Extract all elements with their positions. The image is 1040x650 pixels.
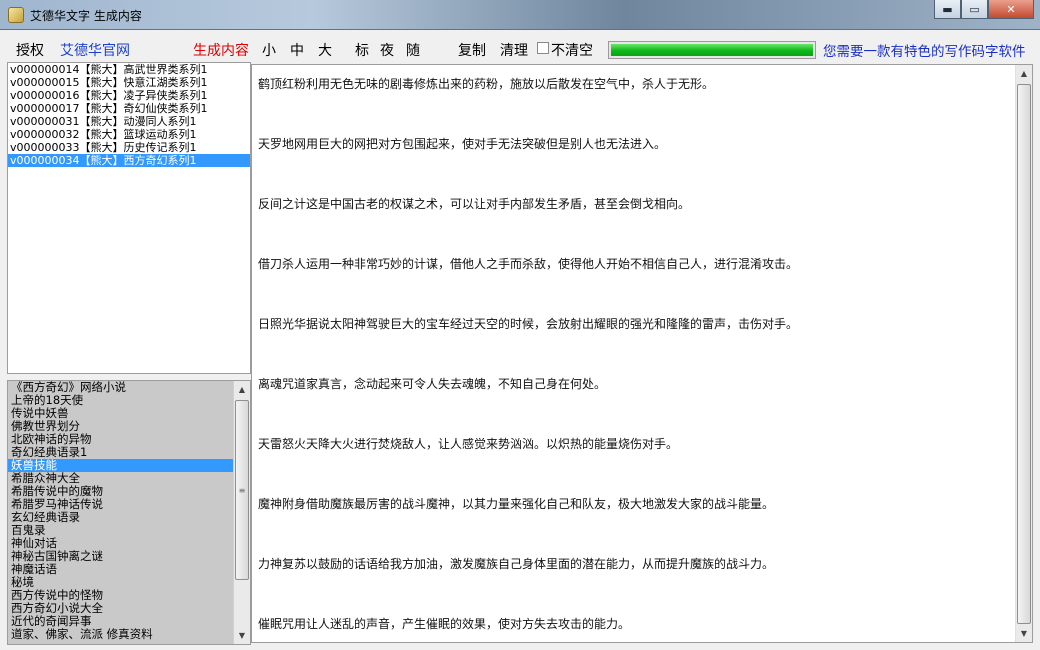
series-list-item[interactable]: v000000032【熊大】篮球运动系列1 [8, 128, 250, 141]
scroll-grip-icon: ≡ [238, 485, 246, 495]
close-button[interactable]: ✕ [988, 0, 1034, 19]
content-paragraph: 借刀杀人运用一种非常巧妙的计谋，借他人之手而杀敌，使得他人开始不相信自己人，进行… [258, 257, 799, 271]
title-bar[interactable]: 艾德华文字 生成内容 ▬ ▭ ✕ [0, 0, 1040, 30]
authorize-button[interactable]: 授权 [16, 40, 44, 60]
series-list-item[interactable]: v000000031【熊大】动漫同人系列1 [8, 115, 250, 128]
font-large-button[interactable]: 大 [318, 40, 332, 60]
content-paragraph: 力神复苏以鼓励的话语给我方加油，激发魔族自己身体里面的潜在能力，从而提升魔族的战… [258, 557, 775, 571]
scroll-up-arrow-icon[interactable]: ▲ [234, 381, 250, 398]
progress-bar [608, 41, 816, 59]
toolbar: 授权 艾德华官网 生成内容 小 中 大 标 夜 随 复制 清理 不清空 您需要一… [0, 30, 1040, 64]
series-list-item[interactable]: v000000016【熊大】凌子异侠类系列1 [8, 89, 250, 102]
app-icon[interactable] [8, 7, 24, 23]
style-random-button[interactable]: 随 [406, 40, 420, 60]
series-list-item[interactable]: v000000033【熊大】历史传记系列1 [8, 141, 250, 154]
content-paragraph: 反间之计这是中国古老的权谋之术，可以让对手内部发生矛盾，甚至会倒戈相向。 [258, 197, 691, 211]
topic-list-items: 《西方奇幻》网络小说 上帝的18天使 传说中妖兽 佛教世界划分 北欧神话的异物 奇幻经典语… [8, 381, 234, 641]
slogan-link[interactable]: 您需要一款有特色的写作码字软件 [823, 40, 1026, 60]
topic-list-item[interactable]: 神魔话语 [8, 563, 234, 576]
content-paragraph: 离魂咒道家真言，念动起来可令人失去魂魄，不知自己身在何处。 [258, 377, 607, 391]
scroll-thumb[interactable]: ≡ [235, 400, 249, 580]
content-paragraph: 天罗地网用巨大的网把对方包围起来，使对手无法突破但是别人也无法进入。 [258, 137, 667, 151]
copy-button[interactable]: 复制 [458, 40, 486, 60]
scroll-down-arrow-icon[interactable]: ▼ [1016, 625, 1032, 642]
progress-fill [611, 44, 813, 56]
font-medium-button[interactable]: 中 [290, 40, 304, 60]
generate-button[interactable]: 生成内容 [193, 40, 249, 60]
style-standard-button[interactable]: 标 [355, 40, 369, 60]
content-paragraph: 魔神附身借助魔族最厉害的战斗魔神，以其力量来强化自己和队友，极大地激发大家的战斗… [258, 497, 775, 511]
series-list[interactable]: v000000014【熊大】高武世界类系列1 v000000015【熊大】快意江湖… [7, 62, 251, 374]
no-clear-label[interactable]: 不清空 [551, 40, 593, 60]
series-list-item[interactable]: v000000014【熊大】高武世界类系列1 [8, 63, 250, 76]
content-scrollbar[interactable]: ▲ ▼ [1015, 65, 1032, 642]
clear-button[interactable]: 清理 [500, 40, 528, 60]
client-area: 授权 艾德华官网 生成内容 小 中 大 标 夜 随 复制 清理 不清空 您需要一… [0, 30, 1040, 650]
scroll-down-arrow-icon[interactable]: ▼ [234, 627, 250, 644]
content-area[interactable]: 鹤顶红粉利用无色无味的剧毒修炼出来的药粉，施放以后散发在空气中，杀人于无形。 天罗… [251, 64, 1033, 643]
content-paragraph: 天雷怒火天降大火进行焚烧敌人，让人感觉来势汹汹。以炽热的能量烧伤对手。 [258, 437, 679, 451]
maximize-button[interactable]: ▭ [961, 0, 988, 19]
font-small-button[interactable]: 小 [262, 40, 276, 60]
topic-list[interactable]: 《西方奇幻》网络小说 上帝的18天使 传说中妖兽 佛教世界划分 北欧神话的异物 奇幻经典语… [7, 380, 251, 645]
window-title: 艾德华文字 生成内容 [30, 9, 142, 23]
topic-list-item[interactable]: 道家、佛家、流派 修真资料 [8, 628, 234, 641]
series-list-item[interactable]: v000000034【熊大】西方奇幻系列1 [8, 154, 250, 167]
official-site-link[interactable]: 艾德华官网 [60, 40, 130, 60]
series-list-item[interactable]: v000000017【熊大】奇幻仙侠类系列1 [8, 102, 250, 115]
content-paragraph: 鹤顶红粉利用无色无味的剧毒修炼出来的药粉，施放以后散发在空气中，杀人于无形。 [258, 77, 715, 91]
no-clear-checkbox[interactable] [537, 42, 549, 54]
topic-list-scrollbar[interactable]: ▲ ≡ ▼ [233, 381, 250, 644]
style-night-button[interactable]: 夜 [380, 40, 394, 60]
series-list-item[interactable]: v000000015【熊大】快意江湖类系列1 [8, 76, 250, 89]
content-paragraph: 日照光华据说太阳神驾驶巨大的宝车经过天空的时候，会放射出耀眼的强光和隆隆的雷声，… [258, 317, 799, 331]
minimize-button[interactable]: ▬ [934, 0, 961, 19]
scroll-up-arrow-icon[interactable]: ▲ [1016, 65, 1032, 82]
content-paragraph: 催眠咒用让人迷乱的声音，产生催眠的效果，使对方失去攻击的能力。 [258, 617, 631, 631]
scroll-thumb[interactable] [1017, 84, 1031, 624]
window-controls: ▬ ▭ ✕ [934, 0, 1034, 20]
